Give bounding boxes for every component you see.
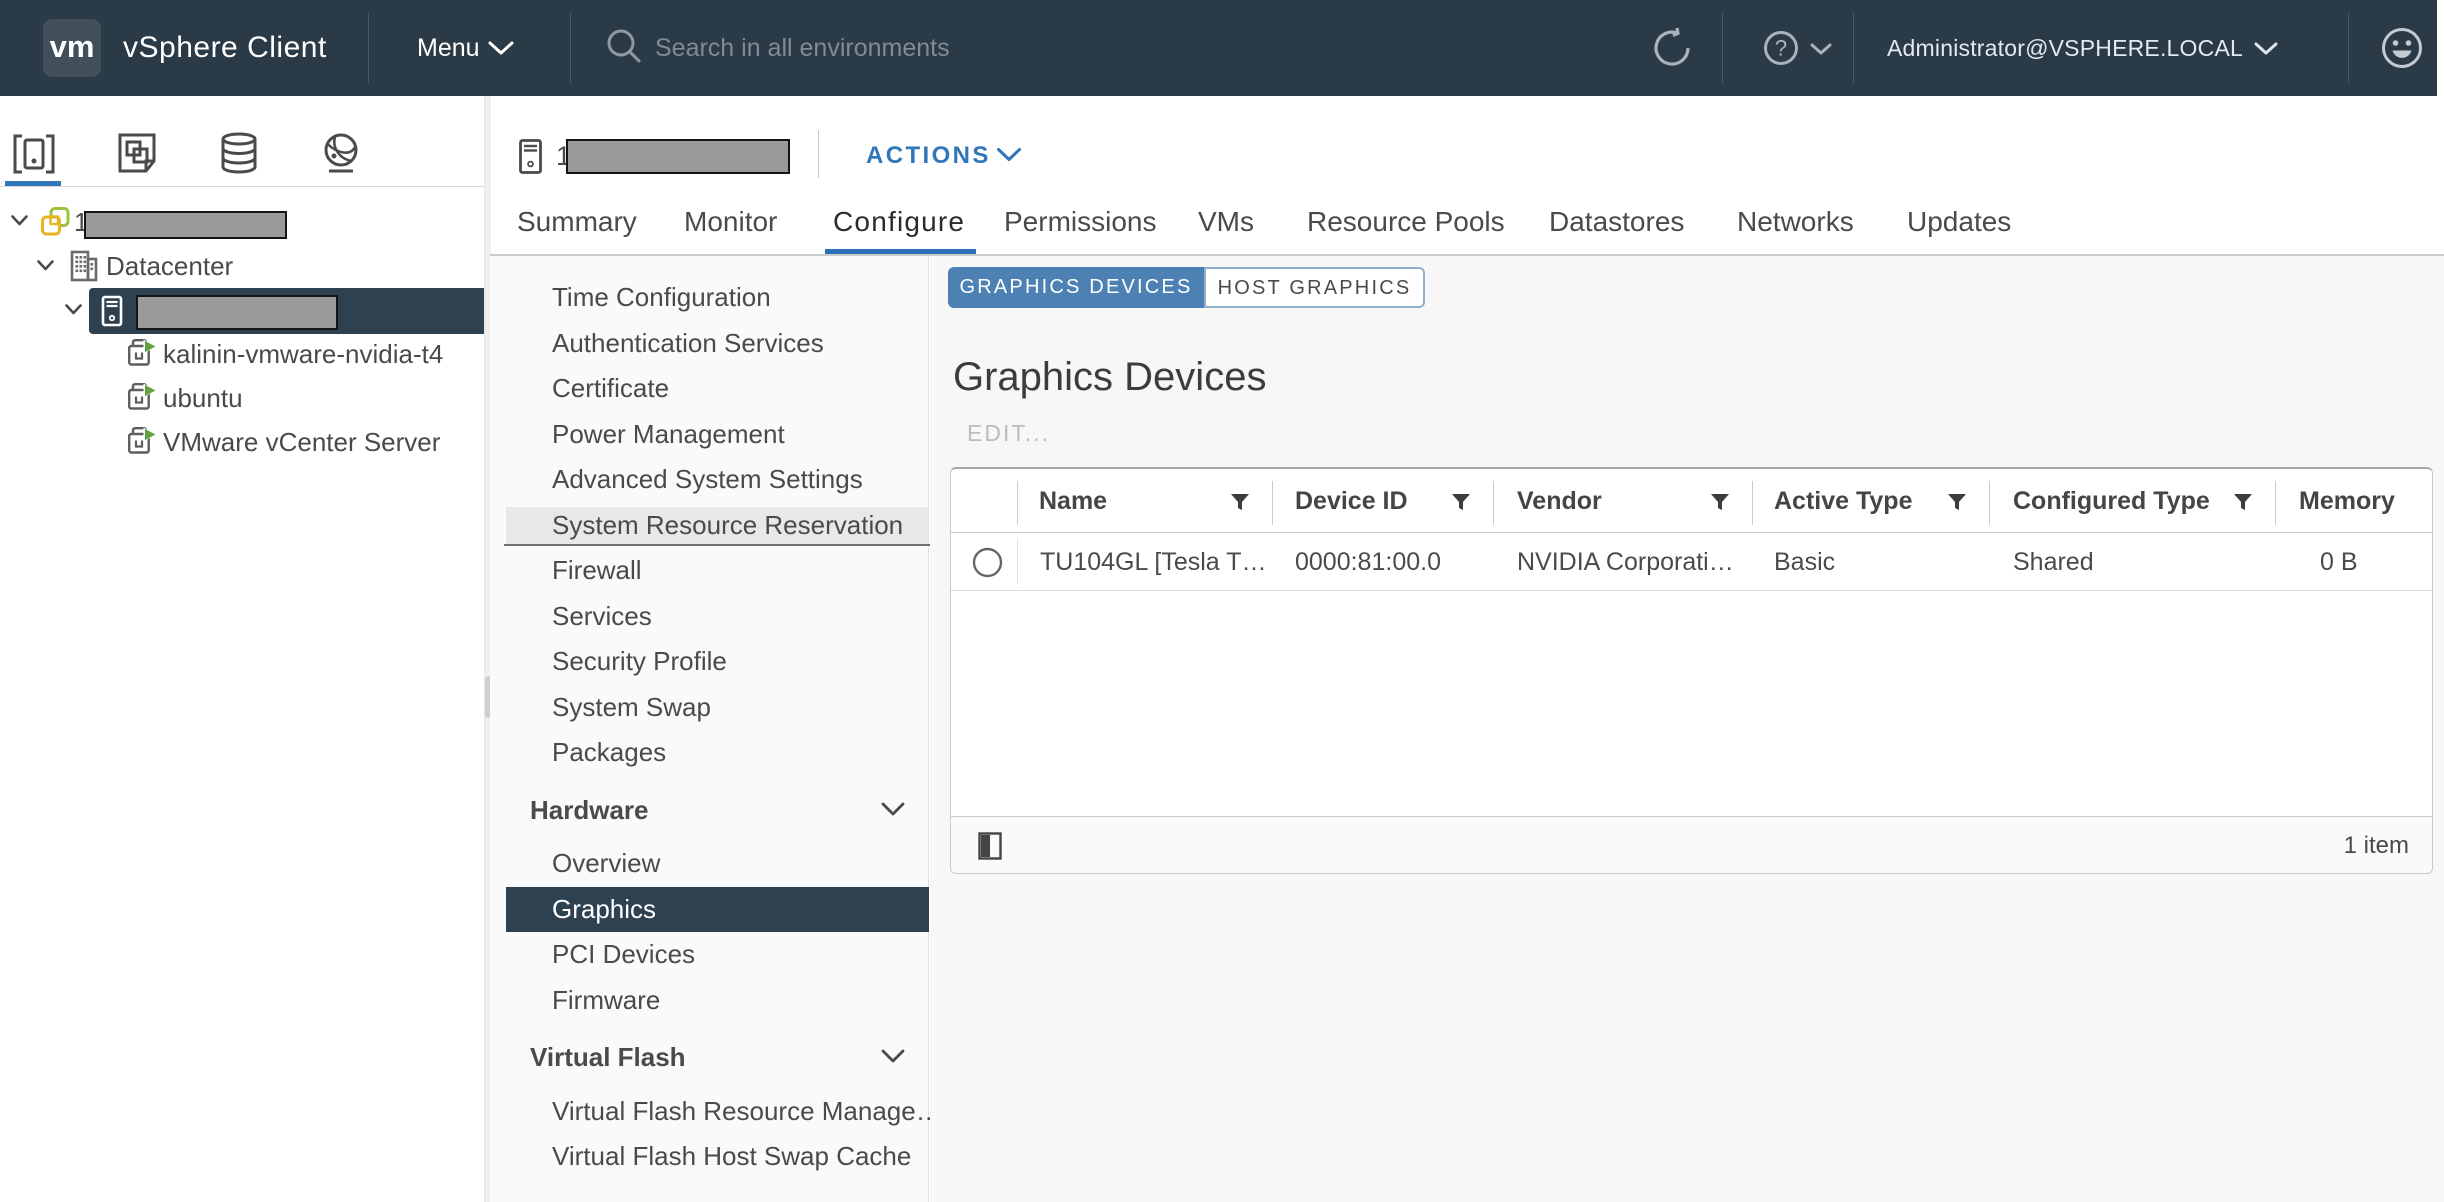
svg-text:?: ? <box>1775 36 1787 61</box>
